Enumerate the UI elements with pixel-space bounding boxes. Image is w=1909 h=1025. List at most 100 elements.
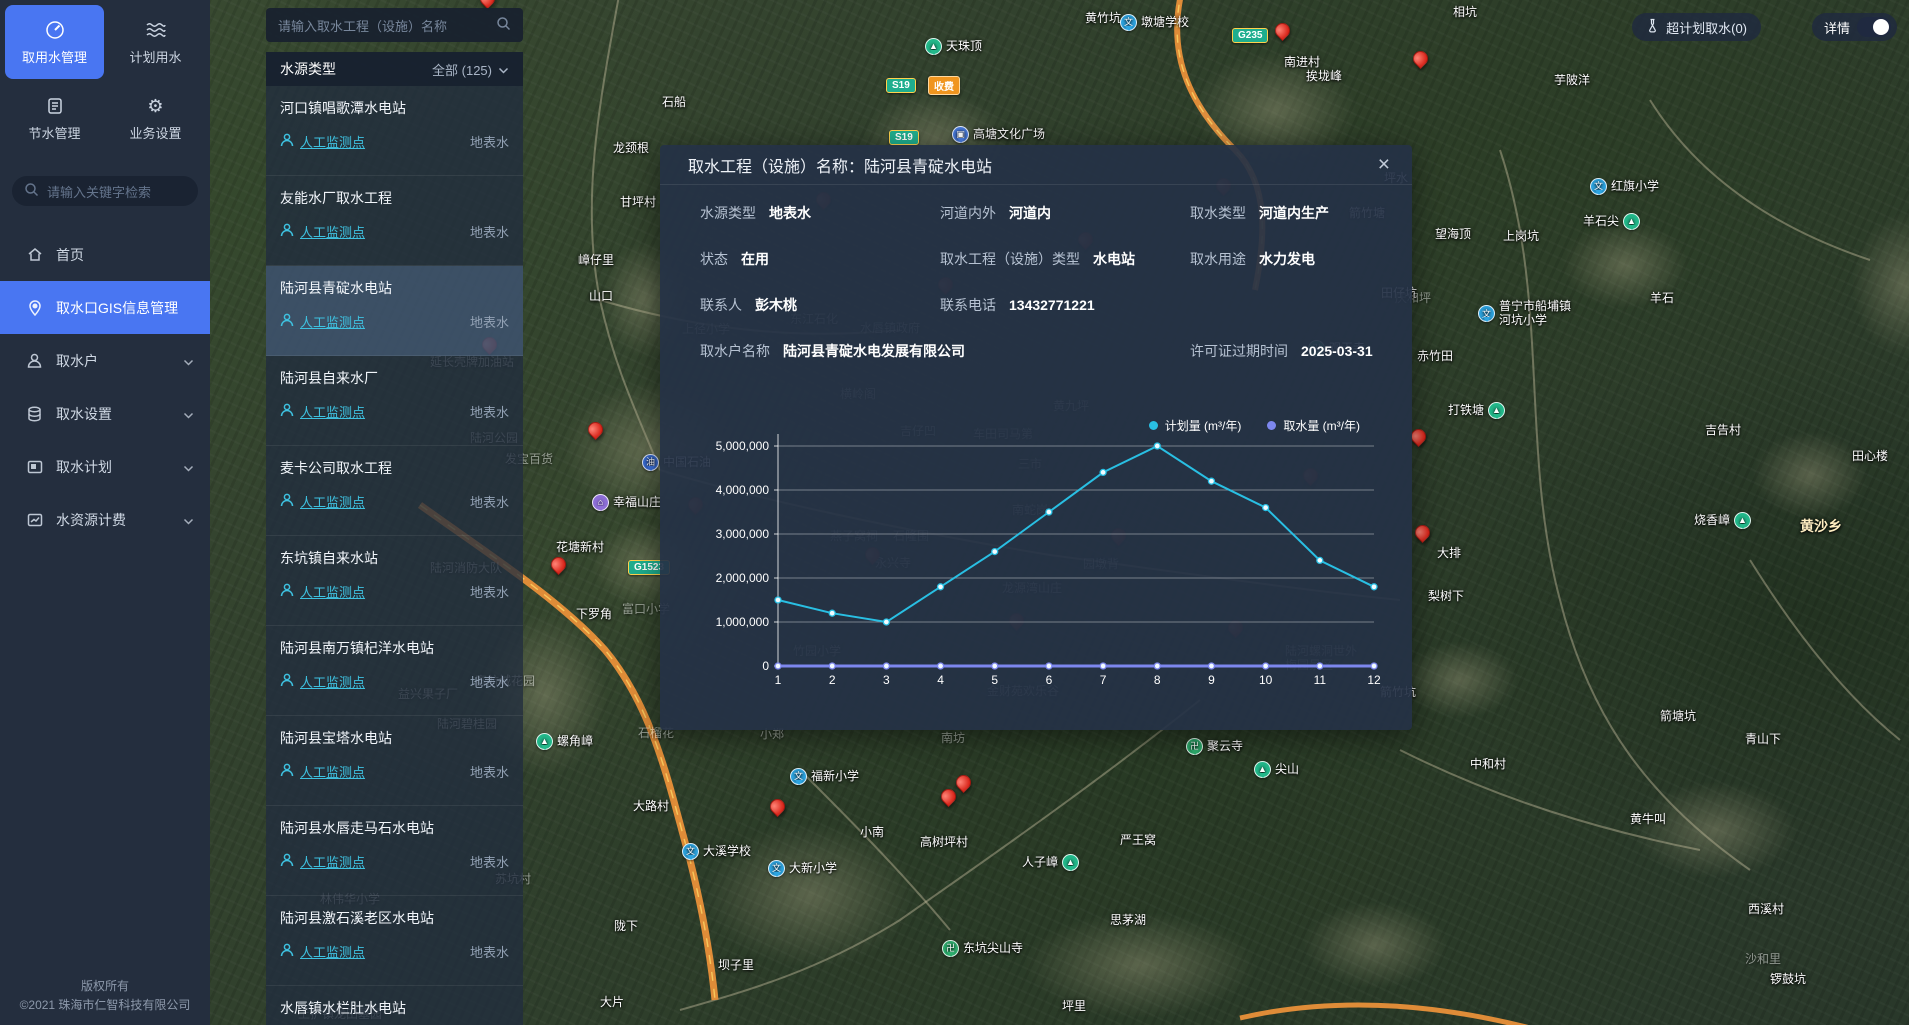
- station-search-input[interactable]: 请输入取水工程（设施）名称: [266, 8, 523, 42]
- svg-text:9: 9: [1208, 673, 1215, 687]
- app-tile-4[interactable]: ⚙业务设置: [106, 81, 205, 155]
- monitor-link[interactable]: 人工监测点: [280, 402, 365, 421]
- monitor-link[interactable]: 人工监测点: [280, 852, 365, 871]
- sidebar-search-placeholder: 请输入关键字检索: [47, 182, 151, 201]
- water-source-type: 地表水: [470, 942, 509, 961]
- map-label-text: 龙颈根: [613, 142, 649, 156]
- map-label: 沙和里: [1745, 953, 1781, 967]
- station-list-item[interactable]: 陆河县南万镇杞洋水电站 人工监测点 地表水: [266, 626, 523, 716]
- station-list-item[interactable]: 陆河县宝塔水电站 人工监测点 地表水: [266, 716, 523, 806]
- app-tile-3[interactable]: 节水管理: [5, 81, 104, 155]
- station-meta-row: 人工监测点 地表水: [280, 672, 509, 691]
- app-tile-label: 节水管理: [28, 123, 80, 142]
- monitor-link[interactable]: 人工监测点: [280, 942, 365, 961]
- monitor-link[interactable]: 人工监测点: [280, 492, 365, 511]
- over-plan-intake-button[interactable]: 超计划取水(0): [1632, 13, 1761, 41]
- map-label-text: 赤竹田: [1417, 350, 1453, 364]
- monitor-link[interactable]: 人工监测点: [280, 762, 365, 781]
- sidebar-item-5[interactable]: 取水计划: [0, 440, 210, 493]
- station-meta-row: 人工监测点 地表水: [280, 402, 509, 421]
- chevron-down-icon: [183, 406, 194, 422]
- sidebar-item-label: 取水户: [56, 351, 98, 371]
- map-label: 锣鼓坑: [1770, 973, 1806, 987]
- app-tile-2[interactable]: 计划用水: [106, 5, 205, 79]
- map-label: 梨树下: [1428, 590, 1464, 604]
- map-label-text: 石船: [662, 96, 686, 110]
- field-value: 陆河县青碇水电发展有限公司: [783, 341, 965, 361]
- station-name: 陆河县南万镇杞洋水电站: [280, 638, 509, 658]
- station-list-item[interactable]: 陆河县激石溪老区水电站 人工监测点 地表水: [266, 896, 523, 986]
- station-name: 水唇镇水栏肚水电站: [280, 998, 509, 1018]
- map-label: 南坊: [941, 732, 965, 746]
- monitor-link[interactable]: 人工监测点: [280, 582, 365, 601]
- map-label-text: 大溪学校: [703, 845, 751, 859]
- field-label: 取水用途: [1190, 249, 1246, 269]
- map-label: 田心楼: [1852, 450, 1888, 464]
- map-label: 赤竹田: [1417, 350, 1453, 364]
- station-list-item[interactable]: 河口镇唱歌潭水电站 人工监测点 地表水: [266, 86, 523, 176]
- map-label-text: 箭塘坑: [1660, 710, 1696, 724]
- map-label-text: 福新小学: [811, 770, 859, 784]
- map-label-text: 甘坪村: [620, 196, 656, 210]
- close-icon[interactable]: ×: [1378, 154, 1390, 175]
- map-label: 吉告村: [1705, 424, 1741, 438]
- sidebar-item-3[interactable]: 取水户: [0, 334, 210, 387]
- over-plan-label: 超计划取水(0): [1666, 18, 1747, 37]
- map-label: 挨垅峰: [1306, 70, 1342, 84]
- station-list-item[interactable]: 水唇镇水栏肚水电站 人工监测点 地表水: [266, 986, 523, 1025]
- station-name: 麦卡公司取水工程: [280, 458, 509, 478]
- monitor-link[interactable]: 人工监测点: [280, 222, 365, 241]
- modal-title: 取水工程（设施）名称：陆河县青碇水电站: [688, 153, 992, 177]
- person-icon: [280, 223, 294, 240]
- sidebar-search-input[interactable]: 请输入关键字检索: [12, 176, 198, 206]
- svg-text:1,000,000: 1,000,000: [716, 615, 770, 629]
- map-label-text: 大新小学: [789, 862, 837, 876]
- station-list-item[interactable]: 陆河县青碇水电站 人工监测点 地表水: [266, 266, 523, 356]
- map-label-text: 聚云寺: [1207, 740, 1243, 754]
- svg-text:1: 1: [775, 673, 782, 687]
- station-name: 陆河县自来水厂: [280, 368, 509, 388]
- map-label: ▣高塘文化广场: [952, 126, 1045, 143]
- field-label: 取水户名称: [700, 341, 770, 361]
- home-icon: [26, 247, 43, 262]
- waves-icon: [145, 19, 167, 41]
- map-label-text: 红旗小学: [1611, 180, 1659, 194]
- modal-fields: 水源类型地表水河道内外河道内取水类型河道内生产状态在用取水工程（设施）类型水电站…: [660, 185, 1412, 361]
- mountain-poi-icon: ▲: [1254, 761, 1271, 778]
- station-list-item[interactable]: 陆河县自来水厂 人工监测点 地表水: [266, 356, 523, 446]
- map-label: 黄竹坑: [1085, 12, 1121, 26]
- map-label-text: 陇下: [614, 920, 638, 934]
- monitor-link[interactable]: 人工监测点: [280, 672, 365, 691]
- sidebar-item-6[interactable]: 水资源计费: [0, 493, 210, 546]
- app-tile-1[interactable]: 取用水管理: [5, 5, 104, 79]
- station-panel: 请输入取水工程（设施）名称 水源类型 全部 (125) 河口镇唱歌潭水电站 人工…: [266, 0, 523, 1025]
- svg-text:10: 10: [1259, 673, 1273, 687]
- map-label-text: 打铁塘: [1448, 404, 1484, 418]
- station-list-item[interactable]: 友能水厂取水工程 人工监测点 地表水: [266, 176, 523, 266]
- detail-label: 详情: [1824, 18, 1850, 37]
- person-icon: [280, 583, 294, 600]
- monitor-link[interactable]: 人工监测点: [280, 132, 365, 151]
- sidebar-item-4[interactable]: 取水设置: [0, 387, 210, 440]
- station-list-item[interactable]: 东坑镇自来水站 人工监测点 地表水: [266, 536, 523, 626]
- sidebar-item-label: 首页: [56, 245, 84, 265]
- map-label: 羊石: [1650, 292, 1674, 306]
- station-list-item[interactable]: 麦卡公司取水工程 人工监测点 地表水: [266, 446, 523, 536]
- road-badge: S19: [886, 78, 916, 93]
- filter-dropdown[interactable]: 全部 (125): [432, 60, 509, 79]
- map-label-text: 青山下: [1745, 733, 1781, 747]
- field-label: 联系电话: [940, 295, 996, 315]
- map-label: 小南: [860, 826, 884, 840]
- road-badge: S19: [889, 130, 919, 145]
- station-list-item[interactable]: 陆河县水唇走马石水电站 人工监测点 地表水: [266, 806, 523, 896]
- pin-icon: [26, 300, 43, 316]
- sidebar-item-2[interactable]: 取水口GIS信息管理: [0, 281, 210, 334]
- svg-text:3: 3: [883, 673, 890, 687]
- station-meta-row: 人工监测点 地表水: [280, 312, 509, 331]
- map-label: 卍聚云寺: [1186, 738, 1243, 755]
- monitor-link[interactable]: 人工监测点: [280, 312, 365, 331]
- field-value: 水电站: [1093, 249, 1135, 269]
- sidebar-item-1[interactable]: 首页: [0, 228, 210, 281]
- detail-toggle-switch[interactable]: [1857, 17, 1891, 37]
- map-label-text: 锣鼓坑: [1770, 973, 1806, 987]
